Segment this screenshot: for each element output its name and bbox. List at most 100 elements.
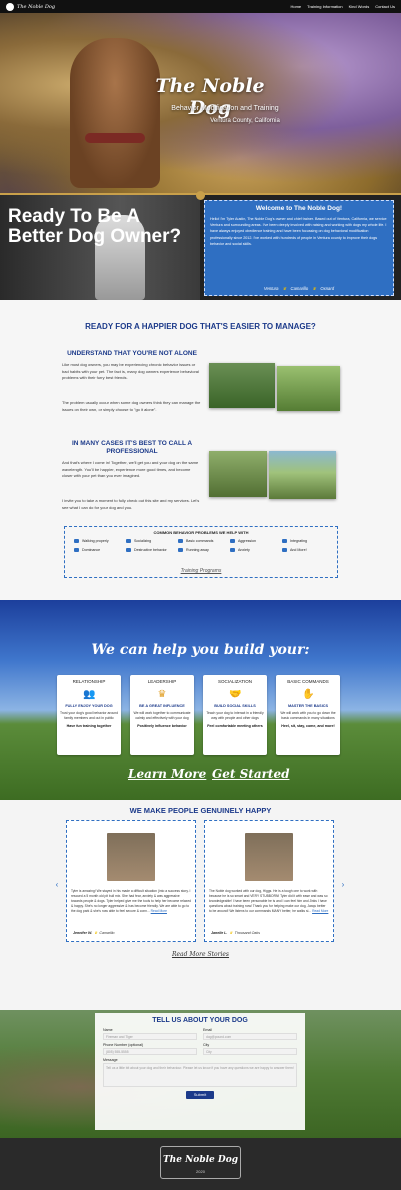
- testimonial-author: Janelle L. ♛ Thousand Oaks: [211, 931, 260, 935]
- card-desc: We will work together to communicate cal…: [133, 711, 191, 720]
- welcome-band: Ready To Be A Better Dog Owner? Welcome …: [0, 191, 401, 300]
- card-basic-commands: BASIC COMMANDS ✋ MASTER THE BASICS We wi…: [276, 675, 340, 755]
- intro-section: READY FOR A HAPPIER DOG THAT'S EASIER TO…: [0, 300, 401, 600]
- contact-section: TELL US ABOUT YOUR DOG Name Fireman and …: [0, 1010, 401, 1138]
- testimonial-photo: [245, 833, 293, 881]
- problem-item: Anxiety: [230, 548, 282, 552]
- nav-item-training[interactable]: Training Information: [307, 4, 342, 9]
- phone-label: Phone Number (optional): [103, 1043, 144, 1047]
- intro-paragraph-2: The problem usually occur when some dog …: [62, 400, 201, 412]
- help-section: We can help you build your: RELATIONSHIP…: [0, 600, 401, 800]
- read-more-stories-link[interactable]: Read More Stories: [0, 951, 401, 958]
- chevron-right-icon[interactable]: ›: [338, 880, 348, 890]
- hero-location: Ventura County, California: [210, 118, 280, 124]
- submit-button[interactable]: Submit: [186, 1091, 214, 1099]
- crown-icon: ♛: [94, 931, 98, 935]
- nav-item-contact[interactable]: Contact Us: [375, 4, 395, 9]
- footer-logo-box: The Noble Dog 2020: [160, 1146, 241, 1179]
- problems-title: COMMON BEHAVIOR PROBLEMS WE HELP WITH: [153, 530, 249, 535]
- city-field[interactable]: City: [203, 1048, 297, 1055]
- email-label: Email: [203, 1028, 212, 1032]
- read-more-link[interactable]: Read More: [151, 909, 167, 913]
- contact-form: TELL US ABOUT YOUR DOG Name Fireman and …: [95, 1013, 305, 1130]
- footer-year: 2020: [196, 1169, 205, 1174]
- problem-item: Running away: [178, 548, 230, 552]
- footer-brand: The Noble Dog: [162, 1155, 238, 1165]
- dog-collar: [85, 133, 145, 143]
- behavior-problems-box: COMMON BEHAVIOR PROBLEMS WE HELP WITH Wa…: [64, 526, 338, 578]
- phone-field[interactable]: (805) 555-5555: [103, 1048, 197, 1055]
- testimonial-text: The Noble dog worked with our dog, Higgs…: [209, 889, 329, 913]
- welcome-body: Hello! I'm Tyler Austin, The Noble Dog's…: [210, 217, 387, 246]
- problem-item: Destructive behavior: [126, 548, 178, 552]
- crest-icon: [6, 2, 14, 11]
- intro-paragraph-1: Like most dog owners, you may be experie…: [62, 362, 199, 380]
- photo-trainer-collage: [209, 451, 267, 497]
- city-label: City: [203, 1043, 210, 1047]
- intro-paragraph-4: I invite you to take a moment to fully c…: [62, 498, 200, 510]
- card-socialization: SOCIALIZATION 🤝 BUILD SOCIAL SKILLS Teac…: [203, 675, 267, 755]
- dog-icon: [74, 548, 79, 552]
- read-more-link[interactable]: Read More: [312, 909, 328, 913]
- dog-icon: [74, 539, 79, 543]
- contact-heading: TELL US ABOUT YOUR DOG: [152, 1017, 248, 1024]
- welcome-box: Welcome to The Noble Dog! Hello! I'm Tyl…: [204, 200, 394, 296]
- problem-item: Dominance: [74, 548, 126, 552]
- nav-item-kind-words[interactable]: Kind Words: [349, 4, 370, 9]
- nav-item-home[interactable]: Home: [290, 4, 301, 9]
- get-started-button[interactable]: Get Started: [212, 767, 289, 781]
- testimonial-photo: [107, 833, 155, 881]
- town-oxnard: Oxnard: [320, 286, 335, 291]
- intro-heading: READY FOR A HAPPIER DOG THAT'S EASIER TO…: [85, 322, 316, 331]
- problems-grid: Walking properly Socializing Basic comma…: [68, 539, 334, 552]
- crown-icon: ♛: [229, 931, 233, 935]
- emblem-icon: [196, 191, 205, 200]
- dog-icon: [126, 539, 131, 543]
- learn-more-button[interactable]: Learn More: [128, 767, 206, 781]
- training-programs-link[interactable]: Training Programs: [65, 568, 337, 574]
- logo-text: The Noble Dog: [17, 3, 56, 10]
- photo-group-training: [209, 363, 275, 408]
- name-field[interactable]: Fireman and Tiger: [103, 1033, 197, 1040]
- email-field[interactable]: dog@pound.com: [203, 1033, 297, 1040]
- card-subtitle: MASTER THE BASICS: [287, 704, 329, 708]
- card-desc: Teach your dog to interact in a friendly…: [206, 711, 264, 720]
- testimonial-card: The Noble dog worked with our dog, Higgs…: [204, 820, 334, 942]
- problem-item: And More!: [282, 548, 334, 552]
- card-subtitle: BUILD SOCIAL SKILLS: [214, 704, 256, 708]
- nav-menu: Home Training Information Kind Words Con…: [290, 4, 395, 9]
- name-label: Name: [103, 1028, 113, 1032]
- welcome-title: Welcome to The Noble Dog!: [255, 205, 343, 212]
- welcome-left-panel: Ready To Be A Better Dog Owner?: [0, 195, 200, 300]
- problem-item: Socializing: [126, 539, 178, 543]
- message-field[interactable]: Tell us a little bit about your dog and …: [103, 1063, 297, 1087]
- card-subtitle: FULLY ENJOY YOUR DOG: [65, 704, 113, 708]
- photo-dogs-field: [277, 366, 340, 411]
- testimonial-text: Tyler is amazing! We stayed in his made …: [71, 889, 191, 913]
- chevron-left-icon[interactable]: ‹: [52, 880, 62, 890]
- card-bottom: Have fun training together: [66, 724, 112, 728]
- top-nav: The Noble Dog Home Training Information …: [0, 0, 401, 13]
- hero-banner: The Noble Dog Behavior Modification and …: [0, 13, 401, 193]
- site-logo[interactable]: The Noble Dog: [6, 2, 56, 11]
- dog-icon: [126, 548, 131, 552]
- problem-item: Basic commands: [178, 539, 230, 543]
- card-desc: Trust your dog's good behavior around fa…: [60, 711, 119, 720]
- town-ventura: Ventura: [263, 286, 279, 291]
- crown-icon: ♛: [157, 689, 167, 700]
- card-bottom: Heel, sit, stay, come, and more!: [281, 724, 335, 728]
- photo-dog-skateboard: [269, 451, 336, 499]
- dog-icon: [230, 548, 235, 552]
- problem-item: Walking properly: [74, 539, 126, 543]
- welcome-headline: Ready To Be A Better Dog Owner?: [8, 206, 182, 247]
- page: The Noble Dog Home Training Information …: [0, 0, 401, 1190]
- problem-item: Integrating: [282, 539, 334, 543]
- intro-subheading-2: IN MANY CASES IT'S BEST TO CALL A PROFES…: [71, 440, 193, 455]
- towns-list: Ventura ♛ Camarillo ♛ Oxnard: [205, 286, 393, 291]
- card-title: BASIC COMMANDS: [287, 679, 329, 684]
- intro-subheading-1: UNDERSTAND THAT YOU'RE NOT ALONE: [67, 350, 197, 357]
- hand-icon: ✋: [302, 689, 315, 700]
- hero-subtitle: Behavior Modification and Training: [171, 105, 279, 112]
- card-title: SOCIALIZATION: [218, 679, 252, 684]
- card-subtitle: BE A GREAT INFLUENCE: [139, 704, 185, 708]
